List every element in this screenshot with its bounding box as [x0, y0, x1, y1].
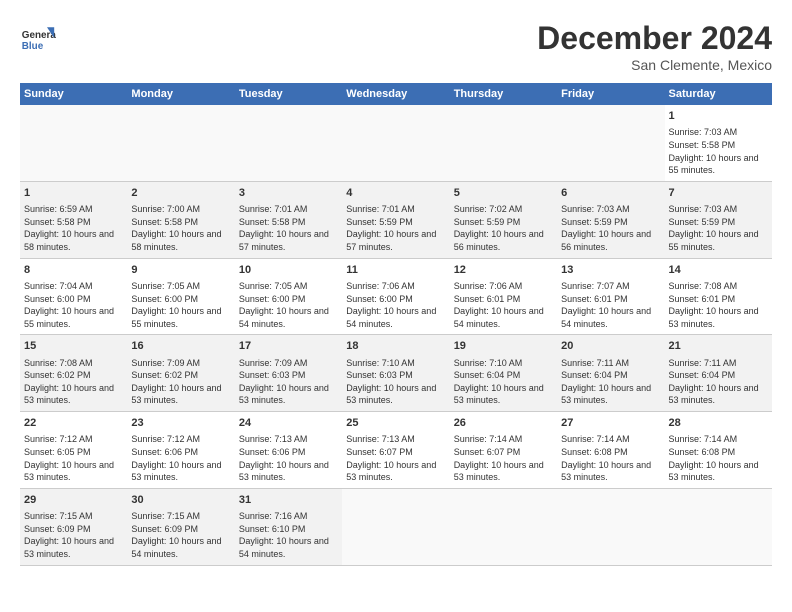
day-number: 8	[24, 263, 123, 278]
calendar-table: SundayMondayTuesdayWednesdayThursdayFrid…	[20, 83, 772, 566]
day-number: 29	[24, 493, 123, 508]
day-number: 17	[239, 339, 338, 354]
calendar-cell: 14Sunrise: 7:08 AMSunset: 6:01 PMDayligh…	[665, 258, 772, 335]
week-row-5: 22Sunrise: 7:12 AMSunset: 6:05 PMDayligh…	[20, 412, 772, 489]
day-number: 16	[131, 339, 230, 354]
calendar-cell: 29Sunrise: 7:15 AMSunset: 6:09 PMDayligh…	[20, 488, 127, 565]
calendar-cell: 2Sunrise: 7:00 AMSunset: 5:58 PMDaylight…	[127, 181, 234, 258]
day-number: 24	[239, 416, 338, 431]
day-number: 11	[346, 263, 445, 278]
calendar-cell: 30Sunrise: 7:15 AMSunset: 6:09 PMDayligh…	[127, 488, 234, 565]
day-number: 4	[346, 186, 445, 201]
day-number: 18	[346, 339, 445, 354]
day-header-wednesday: Wednesday	[342, 83, 449, 105]
calendar-cell: 31Sunrise: 7:16 AMSunset: 6:10 PMDayligh…	[235, 488, 342, 565]
day-header-tuesday: Tuesday	[235, 83, 342, 105]
calendar-cell: 10Sunrise: 7:05 AMSunset: 6:00 PMDayligh…	[235, 258, 342, 335]
calendar-cell: 1Sunrise: 6:59 AMSunset: 5:58 PMDaylight…	[20, 181, 127, 258]
calendar-cell: 8Sunrise: 7:04 AMSunset: 6:00 PMDaylight…	[20, 258, 127, 335]
day-number: 5	[454, 186, 553, 201]
calendar-cell: 6Sunrise: 7:03 AMSunset: 5:59 PMDaylight…	[557, 181, 664, 258]
day-number: 23	[131, 416, 230, 431]
calendar-cell	[557, 488, 664, 565]
calendar-cell: 26Sunrise: 7:14 AMSunset: 6:07 PMDayligh…	[450, 412, 557, 489]
calendar-cell	[665, 488, 772, 565]
day-number: 20	[561, 339, 660, 354]
generalblue-logo-icon: General Blue	[20, 20, 56, 56]
day-number: 22	[24, 416, 123, 431]
title-block: December 2024 San Clemente, Mexico	[537, 20, 772, 73]
day-number: 27	[561, 416, 660, 431]
day-header-saturday: Saturday	[665, 83, 772, 105]
day-number: 9	[131, 263, 230, 278]
day-number: 3	[239, 186, 338, 201]
calendar-cell: 20Sunrise: 7:11 AMSunset: 6:04 PMDayligh…	[557, 335, 664, 412]
calendar-cell: 9Sunrise: 7:05 AMSunset: 6:00 PMDaylight…	[127, 258, 234, 335]
calendar-cell	[557, 105, 664, 181]
svg-text:Blue: Blue	[22, 41, 44, 52]
days-header-row: SundayMondayTuesdayWednesdayThursdayFrid…	[20, 83, 772, 105]
week-row-1: 1Sunrise: 7:03 AMSunset: 5:58 PMDaylight…	[20, 105, 772, 181]
calendar-cell: 25Sunrise: 7:13 AMSunset: 6:07 PMDayligh…	[342, 412, 449, 489]
calendar-cell: 16Sunrise: 7:09 AMSunset: 6:02 PMDayligh…	[127, 335, 234, 412]
day-number: 1	[24, 186, 123, 201]
calendar-cell: 13Sunrise: 7:07 AMSunset: 6:01 PMDayligh…	[557, 258, 664, 335]
week-row-4: 15Sunrise: 7:08 AMSunset: 6:02 PMDayligh…	[20, 335, 772, 412]
month-title: December 2024	[537, 20, 772, 57]
calendar-cell	[342, 105, 449, 181]
calendar-cell: 15Sunrise: 7:08 AMSunset: 6:02 PMDayligh…	[20, 335, 127, 412]
calendar-cell: 27Sunrise: 7:14 AMSunset: 6:08 PMDayligh…	[557, 412, 664, 489]
calendar-cell: 21Sunrise: 7:11 AMSunset: 6:04 PMDayligh…	[665, 335, 772, 412]
day-header-monday: Monday	[127, 83, 234, 105]
day-number: 14	[669, 263, 768, 278]
calendar-cell: 24Sunrise: 7:13 AMSunset: 6:06 PMDayligh…	[235, 412, 342, 489]
day-number: 6	[561, 186, 660, 201]
day-number: 30	[131, 493, 230, 508]
calendar-cell: 23Sunrise: 7:12 AMSunset: 6:06 PMDayligh…	[127, 412, 234, 489]
calendar-cell: 11Sunrise: 7:06 AMSunset: 6:00 PMDayligh…	[342, 258, 449, 335]
day-number: 1	[669, 109, 768, 124]
calendar-cell	[450, 105, 557, 181]
day-number: 21	[669, 339, 768, 354]
calendar-cell: 3Sunrise: 7:01 AMSunset: 5:58 PMDaylight…	[235, 181, 342, 258]
day-header-thursday: Thursday	[450, 83, 557, 105]
page: General Blue December 2024 San Clemente,…	[0, 0, 792, 576]
day-number: 2	[131, 186, 230, 201]
calendar-cell	[20, 105, 127, 181]
day-number: 10	[239, 263, 338, 278]
day-number: 13	[561, 263, 660, 278]
logo: General Blue	[20, 20, 56, 56]
day-header-sunday: Sunday	[20, 83, 127, 105]
calendar-cell	[127, 105, 234, 181]
week-row-6: 29Sunrise: 7:15 AMSunset: 6:09 PMDayligh…	[20, 488, 772, 565]
calendar-cell: 7Sunrise: 7:03 AMSunset: 5:59 PMDaylight…	[665, 181, 772, 258]
calendar-cell: 12Sunrise: 7:06 AMSunset: 6:01 PMDayligh…	[450, 258, 557, 335]
calendar-cell: 1Sunrise: 7:03 AMSunset: 5:58 PMDaylight…	[665, 105, 772, 181]
calendar-cell: 28Sunrise: 7:14 AMSunset: 6:08 PMDayligh…	[665, 412, 772, 489]
day-number: 31	[239, 493, 338, 508]
day-number: 12	[454, 263, 553, 278]
calendar-cell: 17Sunrise: 7:09 AMSunset: 6:03 PMDayligh…	[235, 335, 342, 412]
location-subtitle: San Clemente, Mexico	[537, 57, 772, 73]
day-number: 15	[24, 339, 123, 354]
day-number: 26	[454, 416, 553, 431]
calendar-cell: 18Sunrise: 7:10 AMSunset: 6:03 PMDayligh…	[342, 335, 449, 412]
day-number: 7	[669, 186, 768, 201]
calendar-cell: 5Sunrise: 7:02 AMSunset: 5:59 PMDaylight…	[450, 181, 557, 258]
day-header-friday: Friday	[557, 83, 664, 105]
calendar-cell	[450, 488, 557, 565]
week-row-2: 1Sunrise: 6:59 AMSunset: 5:58 PMDaylight…	[20, 181, 772, 258]
header: General Blue December 2024 San Clemente,…	[20, 20, 772, 73]
calendar-cell: 19Sunrise: 7:10 AMSunset: 6:04 PMDayligh…	[450, 335, 557, 412]
day-number: 19	[454, 339, 553, 354]
calendar-cell	[235, 105, 342, 181]
week-row-3: 8Sunrise: 7:04 AMSunset: 6:00 PMDaylight…	[20, 258, 772, 335]
day-number: 25	[346, 416, 445, 431]
calendar-cell: 4Sunrise: 7:01 AMSunset: 5:59 PMDaylight…	[342, 181, 449, 258]
calendar-cell	[342, 488, 449, 565]
day-number: 28	[669, 416, 768, 431]
calendar-cell: 22Sunrise: 7:12 AMSunset: 6:05 PMDayligh…	[20, 412, 127, 489]
